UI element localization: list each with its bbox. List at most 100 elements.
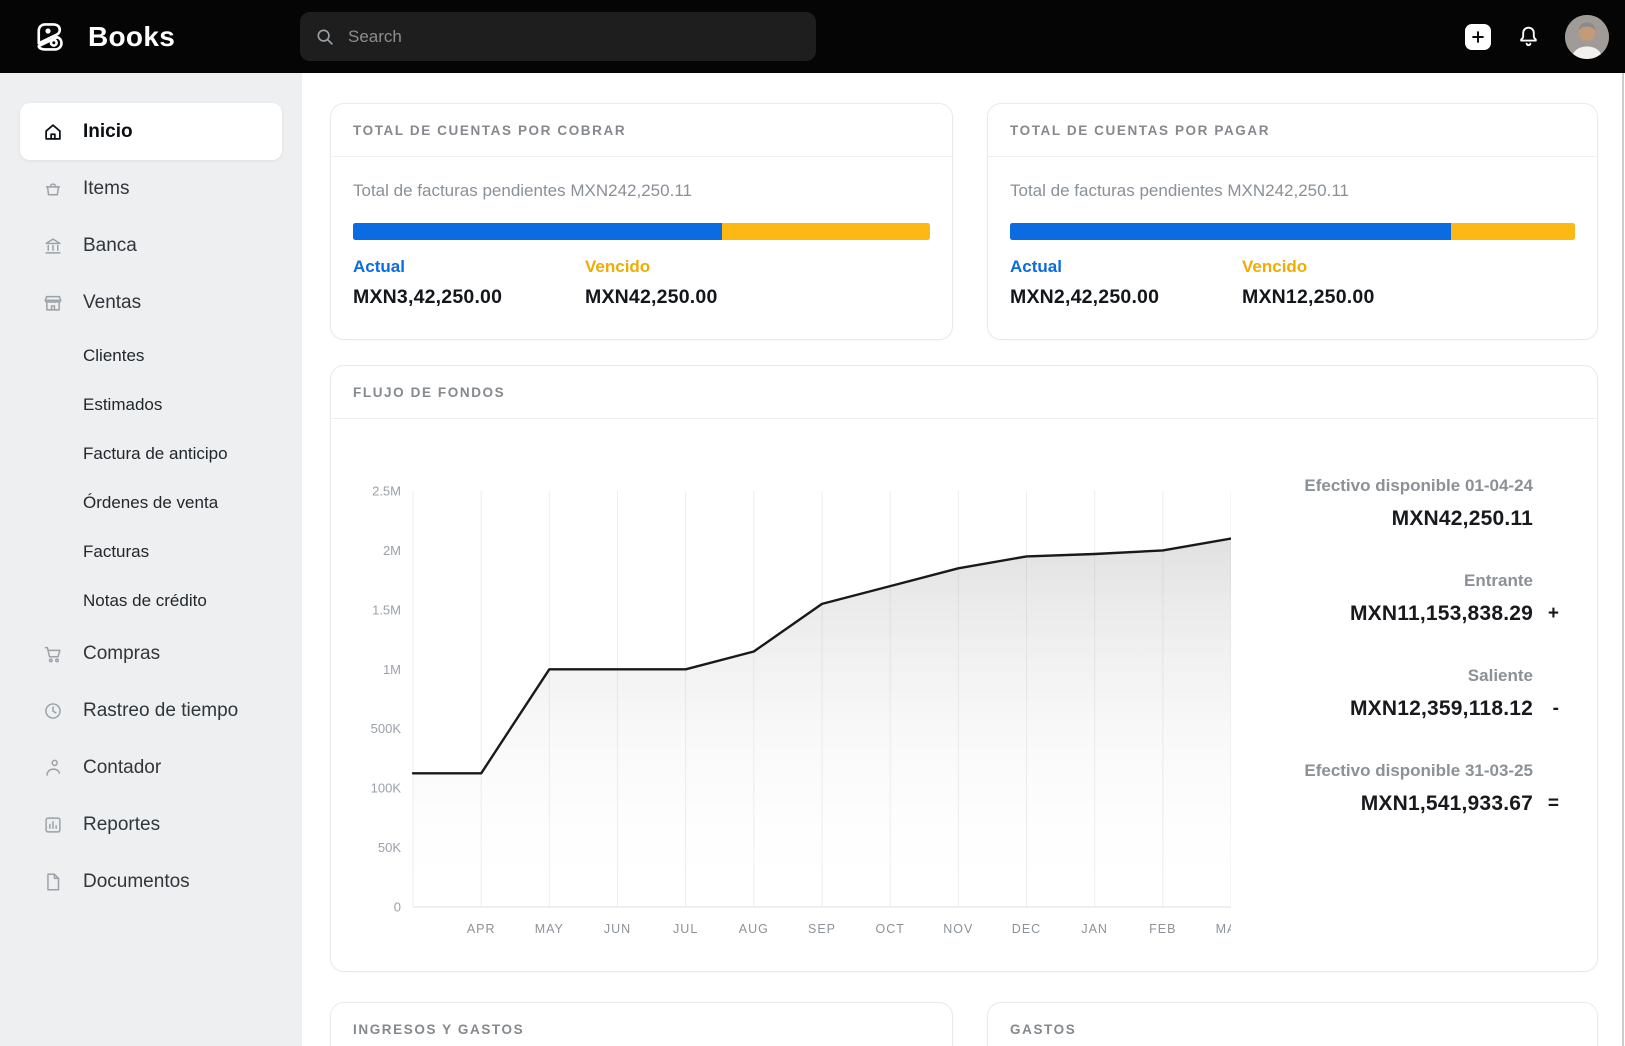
sidebar-item-label: Inicio — [83, 121, 133, 143]
svg-text:MAY: MAY — [535, 922, 564, 936]
current-label: Actual — [353, 257, 585, 277]
sidebar-item-ordenes-de-venta[interactable]: Órdenes de venta — [20, 478, 282, 527]
receivables-subtitle: Total de facturas pendientes MXN242,250.… — [353, 181, 930, 201]
sidebar-item-factura-de-anticipo[interactable]: Factura de anticipo — [20, 429, 282, 478]
sidebar-item-ventas[interactable]: Ventas — [20, 274, 282, 331]
svg-text:50K: 50K — [378, 840, 401, 855]
svg-text:AUG: AUG — [739, 922, 769, 936]
minus-operator: - — [1553, 698, 1559, 720]
sidebar-item-rastreo-de-tiempo[interactable]: Rastreo de tiempo — [20, 682, 282, 739]
svg-text:JUL: JUL — [673, 922, 698, 936]
overdue-label: Vencido — [1242, 257, 1474, 277]
store-icon — [42, 292, 64, 314]
expenses-card-title: GASTOS — [1010, 1022, 1076, 1037]
receivables-progress-bar — [353, 223, 930, 240]
current-amount: MXN3,42,250.00 — [353, 286, 585, 309]
svg-text:MAR: MAR — [1216, 922, 1231, 936]
svg-text:SEP: SEP — [808, 922, 836, 936]
add-icon[interactable] — [1465, 24, 1491, 50]
cashflow-summary: Efectivo disponible 01-04-24 MXN42,250.1… — [1229, 474, 1559, 854]
brand: Books — [30, 16, 300, 58]
svg-text:OCT: OCT — [875, 922, 904, 936]
sidebar-item-clientes[interactable]: Clientes — [20, 331, 282, 380]
sidebar-item-label: Rastreo de tiempo — [83, 700, 238, 722]
sidebar-item-label: Documentos — [83, 871, 190, 893]
sidebar-item-label: Estimados — [83, 395, 162, 415]
bar-chart-icon — [42, 814, 64, 836]
sidebar-item-label: Clientes — [83, 346, 144, 366]
sidebar-nav: Inicio Items Banca Ventas Clientes Estimados F… — [0, 73, 302, 1046]
app-title: Books — [88, 21, 175, 53]
sidebar-item-notas-de-credito[interactable]: Notas de crédito — [20, 576, 282, 625]
cashflow-opening-balance: Efectivo disponible 01-04-24 MXN42,250.1… — [1229, 474, 1559, 536]
svg-text:2M: 2M — [383, 543, 401, 558]
cashflow-card-title: FLUJO DE FONDOS — [353, 385, 505, 400]
equals-operator: = — [1548, 793, 1559, 815]
expenses-card: GASTOS — [987, 1002, 1598, 1046]
sidebar-item-reportes[interactable]: Reportes — [20, 796, 282, 853]
cashflow-incoming: Entrante MXN11,153,838.29 + — [1229, 569, 1559, 631]
person-icon — [42, 757, 64, 779]
svg-text:APR: APR — [467, 922, 496, 936]
svg-text:500K: 500K — [371, 721, 402, 736]
svg-text:JAN: JAN — [1081, 922, 1108, 936]
search-input[interactable] — [346, 26, 802, 48]
notifications-bell-icon[interactable] — [1515, 24, 1541, 50]
sidebar-item-documentos[interactable]: Documentos — [20, 853, 282, 910]
cashflow-closing-balance: Efectivo disponible 31-03-25 MXN1,541,93… — [1229, 759, 1559, 821]
svg-text:1.5M: 1.5M — [372, 602, 401, 617]
main-content: TOTAL DE CUENTAS POR COBRAR Total de fac… — [302, 73, 1625, 1046]
payables-progress-bar — [1010, 223, 1575, 240]
svg-text:DEC: DEC — [1012, 922, 1041, 936]
sidebar-item-contador[interactable]: Contador — [20, 739, 282, 796]
current-amount: MXN2,42,250.00 — [1010, 286, 1242, 309]
payables-subtitle: Total de facturas pendientes MXN242,250.… — [1010, 181, 1575, 201]
global-search[interactable] — [300, 12, 816, 61]
receivables-card-title: TOTAL DE CUENTAS POR COBRAR — [353, 123, 626, 138]
sidebar-item-label: Compras — [83, 643, 160, 665]
svg-text:1M: 1M — [383, 662, 401, 677]
svg-text:100K: 100K — [371, 781, 402, 796]
sidebar-item-label: Reportes — [83, 814, 160, 836]
sidebar-item-label: Contador — [83, 757, 161, 779]
overdue-amount: MXN42,250.00 — [585, 286, 817, 309]
basket-icon — [42, 178, 64, 200]
svg-text:NOV: NOV — [943, 922, 973, 936]
overdue-amount: MXN12,250.00 — [1242, 286, 1474, 309]
sidebar-item-items[interactable]: Items — [20, 160, 282, 217]
payables-progress-current — [1010, 223, 1451, 240]
sidebar-item-label: Banca — [83, 235, 137, 257]
overdue-label: Vencido — [585, 257, 817, 277]
receivables-card: TOTAL DE CUENTAS POR COBRAR Total de fac… — [330, 103, 953, 340]
sidebar-item-inicio[interactable]: Inicio — [20, 103, 282, 160]
sidebar-item-label: Órdenes de venta — [83, 493, 218, 513]
sidebar-item-label: Notas de crédito — [83, 591, 207, 611]
sidebar-item-label: Factura de anticipo — [83, 444, 228, 464]
sidebar-item-banca[interactable]: Banca — [20, 217, 282, 274]
income-expense-card: INGRESOS Y GASTOS — [330, 1002, 953, 1046]
sidebar-item-compras[interactable]: Compras — [20, 625, 282, 682]
top-app-bar: Books — [0, 0, 1625, 73]
sidebar-item-label: Ventas — [83, 292, 141, 314]
sidebar-item-label: Items — [83, 178, 129, 200]
scrollbar[interactable] — [1622, 73, 1624, 1046]
clock-icon — [42, 700, 64, 722]
current-label: Actual — [1010, 257, 1242, 277]
user-avatar[interactable] — [1565, 15, 1609, 59]
bank-icon — [42, 235, 64, 257]
payables-card-title: TOTAL DE CUENTAS POR PAGAR — [1010, 123, 1270, 138]
svg-text:JUN: JUN — [604, 922, 631, 936]
books-logo-icon — [30, 16, 72, 58]
sidebar-item-estimados[interactable]: Estimados — [20, 380, 282, 429]
document-icon — [42, 871, 64, 893]
cashflow-card: FLUJO DE FONDOS 2.5M2M1.5M1M500K100K50K0… — [330, 365, 1598, 972]
home-icon — [42, 121, 64, 143]
receivables-progress-current — [353, 223, 722, 240]
plus-operator: + — [1548, 603, 1559, 625]
sidebar-item-facturas[interactable]: Facturas — [20, 527, 282, 576]
svg-text:0: 0 — [394, 900, 401, 915]
payables-card: TOTAL DE CUENTAS POR PAGAR Total de fact… — [987, 103, 1598, 340]
sidebar-item-label: Facturas — [83, 542, 149, 562]
cart-icon — [42, 643, 64, 665]
income-expense-card-title: INGRESOS Y GASTOS — [353, 1022, 524, 1037]
